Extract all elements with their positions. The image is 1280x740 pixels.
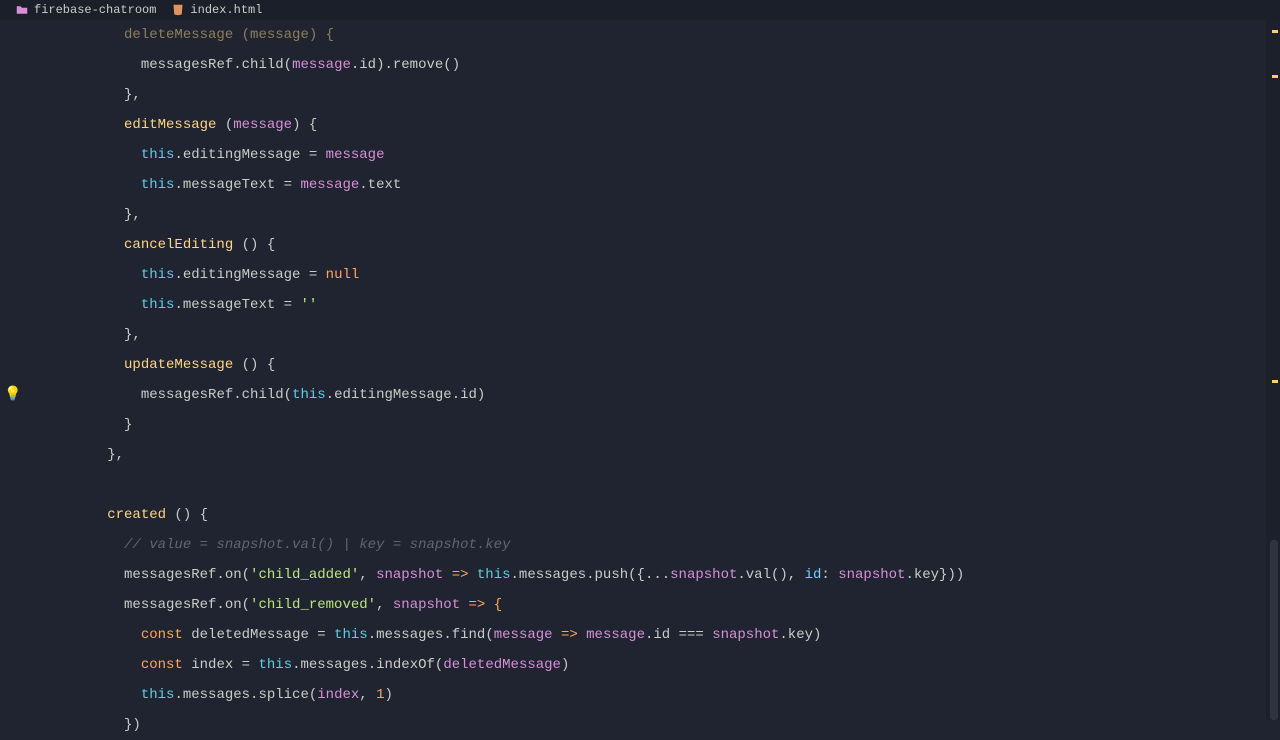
code-token: }	[124, 417, 132, 433]
code-token: this	[141, 687, 175, 703]
code-token: ,	[376, 597, 393, 613]
code-token: })	[124, 717, 141, 733]
code-token: const	[141, 657, 191, 673]
code-token: .editingMessage =	[174, 267, 325, 283]
code-token: .messages.find(	[368, 627, 494, 643]
code-token: id	[805, 567, 822, 583]
code-token: this	[141, 177, 175, 193]
code-token: index	[191, 657, 233, 673]
code-token: :	[821, 567, 838, 583]
code-token: deletedMessage	[443, 657, 561, 673]
code-token: ''	[300, 297, 317, 313]
code-token: )	[385, 687, 393, 703]
code-token: message	[326, 147, 385, 163]
code-token: snapshot	[376, 567, 443, 583]
code-token: message	[494, 627, 553, 643]
warning-marker	[1272, 380, 1278, 383]
warning-marker	[1272, 75, 1278, 78]
code-token: 1	[376, 687, 384, 703]
code-token: deletedMessage	[191, 627, 309, 643]
code-token: this	[292, 387, 326, 403]
breadcrumb-file[interactable]: index.html	[164, 3, 270, 17]
code-token: =	[233, 657, 258, 673]
code-token: created	[107, 507, 166, 523]
project-name: firebase-chatroom	[34, 3, 156, 17]
code-token: this	[141, 147, 175, 163]
code-token: },	[124, 207, 141, 223]
code-token: messagesRef.child(	[141, 387, 292, 403]
code-token: message	[233, 117, 292, 133]
code-editor[interactable]: deleteMessage (message) { messagesRef.ch…	[0, 20, 1280, 740]
code-token: .id).remove()	[351, 57, 460, 73]
warning-marker	[1272, 30, 1278, 33]
code-token: this	[141, 297, 175, 313]
code-token: .messageText =	[174, 177, 300, 193]
code-token: =	[309, 627, 334, 643]
html-file-icon	[172, 4, 184, 16]
code-token: null	[326, 267, 360, 283]
code-token: snapshot	[393, 597, 460, 613]
code-token: },	[124, 327, 141, 343]
code-token: message	[292, 57, 351, 73]
code-token: messagesRef.on(	[124, 567, 250, 583]
code-token: updateMessage	[124, 357, 233, 373]
code-token: 'child_added'	[250, 567, 359, 583]
code-token: =>	[443, 567, 477, 583]
code-token: .messageText =	[174, 297, 300, 313]
code-token: editMessage	[124, 117, 216, 133]
minimap-scrollbar[interactable]	[1266, 20, 1280, 720]
code-token: const	[141, 627, 191, 643]
code-token: this	[334, 627, 368, 643]
code-token: .messages.push({...	[511, 567, 671, 583]
code-token: deleteMessage (message) {	[124, 27, 334, 43]
lightbulb-icon[interactable]: 💡	[4, 380, 21, 410]
code-token: .id ===	[645, 627, 712, 643]
code-token: .key}))	[905, 567, 964, 583]
code-token: .key)	[779, 627, 821, 643]
code-token: cancelEditing	[124, 237, 233, 253]
code-token: snapshot	[712, 627, 779, 643]
code-token: this	[477, 567, 511, 583]
code-token: .editingMessage.id)	[326, 387, 486, 403]
code-token: this	[258, 657, 292, 673]
code-token: },	[124, 87, 141, 103]
code-token: messagesRef.on(	[124, 597, 250, 613]
code-token: () {	[233, 237, 275, 253]
code-token: (	[216, 117, 233, 133]
breadcrumb-project[interactable]: firebase-chatroom	[8, 3, 164, 17]
code-token: index	[317, 687, 359, 703]
code-token: () {	[233, 357, 275, 373]
code-token: message	[586, 627, 645, 643]
code-token: message	[300, 177, 359, 193]
scroll-thumb[interactable]	[1270, 540, 1278, 720]
tab-bar: firebase-chatroom index.html	[0, 0, 1280, 20]
code-token: => {	[460, 597, 502, 613]
code-token: .messages.indexOf(	[292, 657, 443, 673]
code-token: ,	[359, 567, 376, 583]
code-token: },	[107, 447, 124, 463]
code-token: .val(),	[737, 567, 804, 583]
code-token: ,	[359, 687, 376, 703]
code-token: this	[141, 267, 175, 283]
code-token: .editingMessage =	[174, 147, 325, 163]
code-token: messagesRef.child(	[141, 57, 292, 73]
file-name: index.html	[190, 3, 262, 17]
code-token: 'child_removed'	[250, 597, 376, 613]
code-token: .text	[359, 177, 401, 193]
folder-icon	[16, 4, 28, 16]
code-token: snapshot	[838, 567, 905, 583]
code-token: ) {	[292, 117, 317, 133]
code-token: snapshot	[670, 567, 737, 583]
code-token: =>	[553, 627, 587, 643]
code-token: () {	[166, 507, 208, 523]
code-comment: // value = snapshot.val() | key = snapsh…	[124, 537, 510, 553]
code-token: .messages.splice(	[174, 687, 317, 703]
code-token: )	[561, 657, 569, 673]
